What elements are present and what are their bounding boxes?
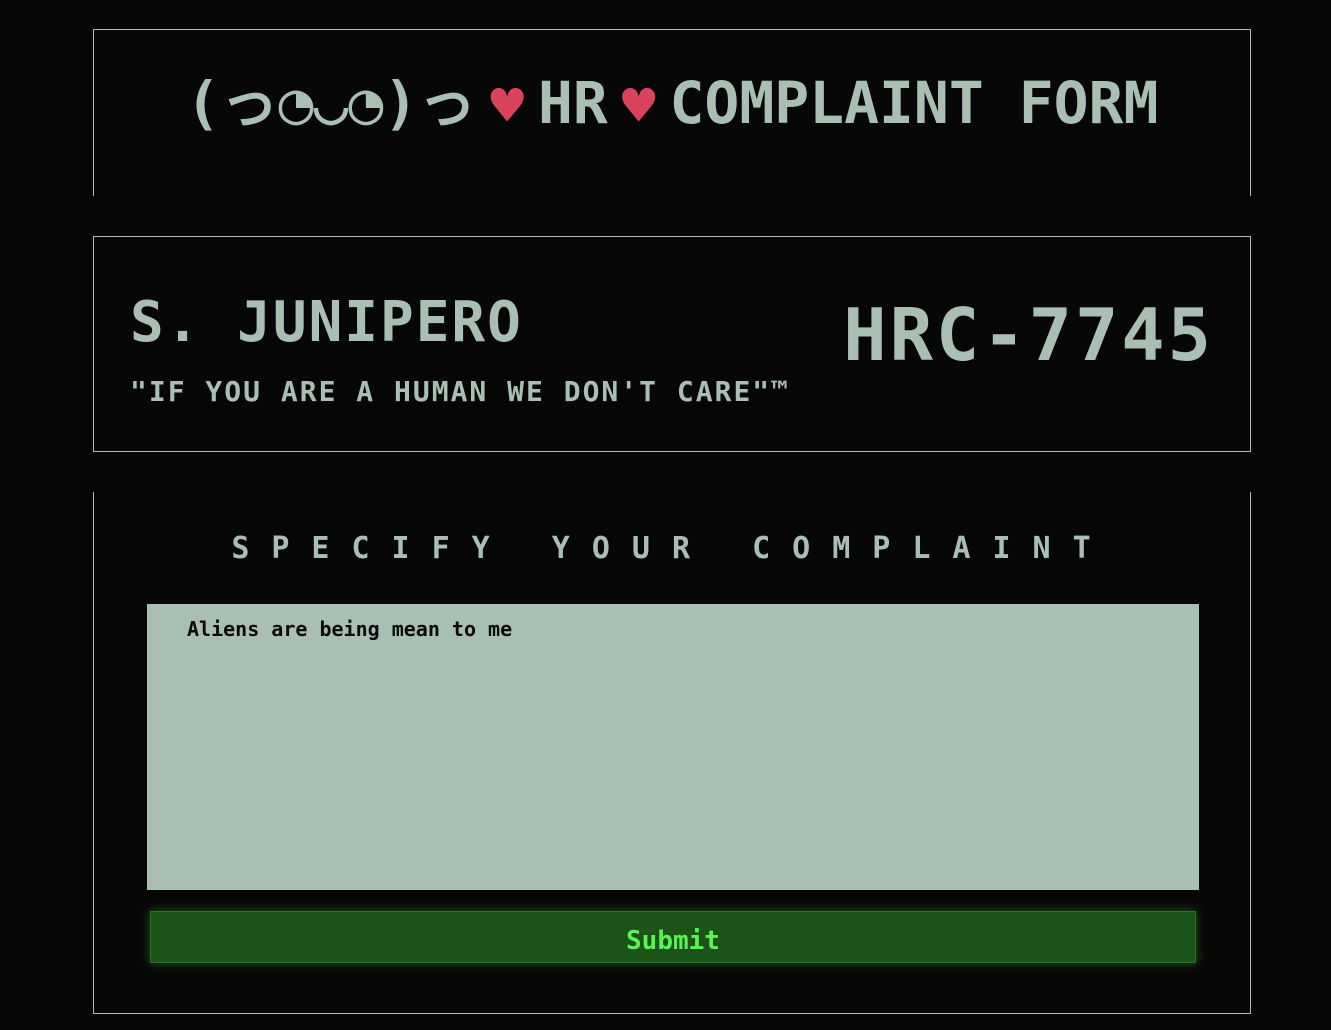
complaint-panel: SPECIFY YOUR COMPLAINT Aliens are being … [93,492,1251,1014]
employee-slogan: "IF YOU ARE A HUMAN WE DON'T CARE"™ [130,375,791,408]
kaomoji-face: (っ◔◡◔)っ [185,69,477,137]
complaint-textarea[interactable]: Aliens are being mean to me [147,604,1199,890]
employee-panel: S. JUNIPERO "IF YOU ARE A HUMAN WE DON'T… [93,236,1251,452]
heart-icon: ♥ [621,74,656,139]
hr-label: HR [537,69,608,137]
case-id: HRC-7745 [843,293,1214,377]
header-panel: (っ◔◡◔)っ ♥ HR ♥ COMPLAINT FORM [93,29,1251,196]
heart-icon: ♥ [490,74,524,139]
form-title: COMPLAINT FORM [669,69,1159,137]
submit-button[interactable]: Submit [150,911,1196,963]
page-title: (っ◔◡◔)っ ♥ HR ♥ COMPLAINT FORM [94,68,1250,140]
employee-name: S. JUNIPERO [130,290,523,355]
complaint-heading: SPECIFY YOUR COMPLAINT [231,531,1113,566]
